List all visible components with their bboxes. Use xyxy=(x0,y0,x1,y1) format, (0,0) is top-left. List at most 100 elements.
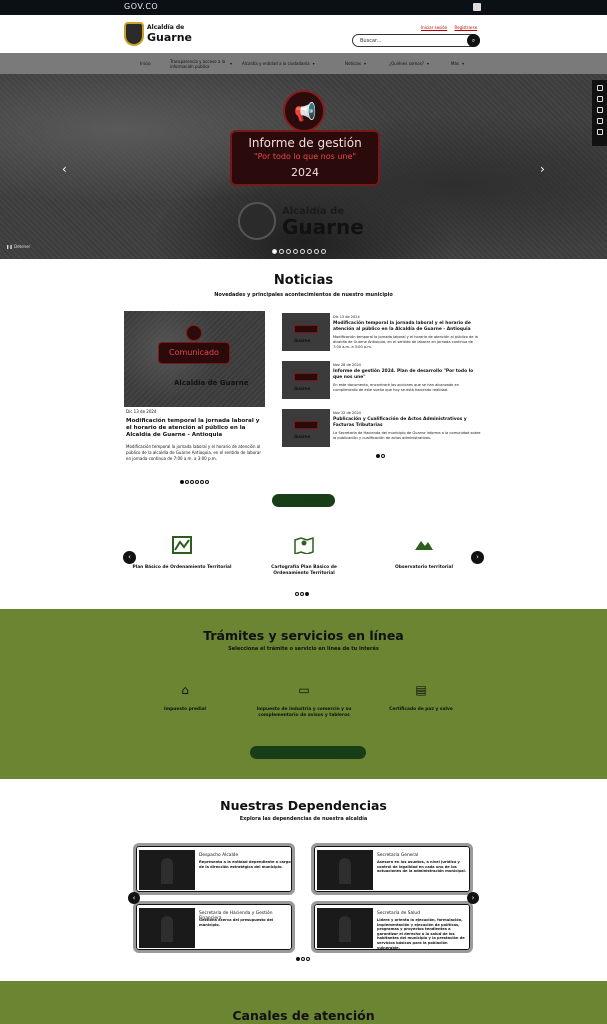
indicator-dot[interactable] xyxy=(272,249,277,254)
indicator-dot[interactable] xyxy=(301,957,305,961)
link-card-pbot[interactable]: Plan Básico de Ordenamiento Territorial xyxy=(128,536,236,571)
search-input[interactable]: Buscar... xyxy=(360,38,381,44)
search-box[interactable]: Buscar... ⌕ xyxy=(352,34,480,47)
indicator-dot[interactable] xyxy=(279,249,284,254)
logo-line1: Alcaldía de xyxy=(147,24,185,31)
search-icon[interactable]: ⌕ xyxy=(467,34,480,47)
carousel-prev-icon[interactable]: ‹ xyxy=(62,162,67,176)
link-card-label: Cartografía Plan Básico de Ordenamiento … xyxy=(271,565,337,576)
nav-item-mas[interactable]: Más ▾ xyxy=(451,53,464,74)
carousel-next-icon[interactable]: › xyxy=(540,162,545,176)
links-next-icon[interactable]: › xyxy=(471,551,484,564)
person-silhouette xyxy=(339,858,351,884)
dependencia-card[interactable]: Secretaría de Salud Lidera y orienta la … xyxy=(311,901,473,953)
indicator-dot[interactable] xyxy=(286,249,291,254)
tramite-industria-comercio[interactable]: ▭ Impuesto de industria y comercio y su … xyxy=(252,683,356,719)
news-thumbnail: Guarne xyxy=(282,313,330,351)
hero-line1: Informe de gestión xyxy=(248,136,362,150)
indicator-dot[interactable] xyxy=(376,454,380,458)
login-link[interactable]: Iniciar sesión xyxy=(421,25,447,30)
canales-title: Canales de atención xyxy=(232,1008,375,1023)
link-card-observatorio[interactable]: Observatorio territorial xyxy=(384,536,464,571)
dependencia-desc: Lidera y orienta la ejecución, formulaci… xyxy=(377,918,465,950)
chevron-down-icon: ▾ xyxy=(229,61,232,66)
news-title[interactable]: Publicación y Cualificación de Actos Adm… xyxy=(333,417,481,428)
pause-button[interactable]: ❚❚ Detener xyxy=(6,244,30,249)
megaphone-icon: 📢 xyxy=(294,102,317,123)
indicator-dot[interactable] xyxy=(295,592,299,596)
news-list-item[interactable]: Guarne Nov 28 de 2024 Informe de gestión… xyxy=(282,361,482,403)
dependencia-name: Despacho Alcalde xyxy=(199,853,239,858)
featured-news-image[interactable]: Comunicado Alcaldía de Guarne xyxy=(124,311,265,407)
nav-item-inicio[interactable]: Inicio xyxy=(140,53,151,74)
news-desc: Modificación temporal la jornada laboral… xyxy=(333,335,478,349)
news-list-item[interactable]: Guarne Dic 13 de 2024 Modificación tempo… xyxy=(282,313,482,355)
nav-label: ¿Quiénes somos? xyxy=(389,61,424,66)
indicator-dot[interactable] xyxy=(306,957,310,961)
dependencias-prev-icon[interactable]: ‹ xyxy=(128,892,140,904)
indicator-dot[interactable] xyxy=(300,592,304,596)
alcaldia-logo[interactable]: Alcaldía de Guarne xyxy=(124,22,192,46)
chevron-down-icon: ▾ xyxy=(426,61,429,66)
news-list-item[interactable]: Guarne Nov 22 de 2024 Publicación y Cual… xyxy=(282,409,482,451)
dependencias-title: Nuestras Dependencias xyxy=(220,798,387,813)
indicator-dot[interactable] xyxy=(185,480,189,484)
tramite-predial[interactable]: ⌂ Impuesto predial xyxy=(150,683,220,713)
news-title[interactable]: Modificación temporal la jornada laboral… xyxy=(333,321,481,332)
site-header: Alcaldía de Guarne Iniciar sesión Regist… xyxy=(0,15,607,53)
facebook-icon[interactable] xyxy=(596,107,603,113)
nav-item-alcaldia[interactable]: Alcaldía y entidad a la ciudadanía ▾ xyxy=(242,53,315,74)
home-icon: ⌂ xyxy=(181,683,189,697)
megaphone-badge: 📢 xyxy=(283,90,325,132)
more-tramites-button[interactable]: Ver más trámites y servicios xyxy=(250,746,366,759)
link-card-label: Observatorio territorial xyxy=(395,565,453,570)
news-title[interactable]: Informe de gestión 2024. Plan de desarro… xyxy=(333,369,481,380)
indicator-dot[interactable] xyxy=(321,249,326,254)
dependencias-indicators xyxy=(296,957,310,961)
indicator-dot[interactable] xyxy=(180,480,184,484)
news-desc: En este documento, encontrará las accion… xyxy=(333,383,459,392)
indicator-dot[interactable] xyxy=(205,480,209,484)
accessibility-icon[interactable] xyxy=(473,3,481,11)
indicator-dot[interactable] xyxy=(296,957,300,961)
dependencia-card[interactable]: Despacho Alcalde Representa a la entidad… xyxy=(133,843,295,895)
indicator-dot[interactable] xyxy=(381,454,385,458)
more-news-button[interactable]: Ver más noticias xyxy=(272,494,335,507)
govco-logo[interactable]: GOV.CO xyxy=(124,2,158,11)
twitter-icon[interactable] xyxy=(596,118,603,124)
dependencia-card[interactable]: Secretaría de Hacienda y Gestión Financi… xyxy=(133,901,295,953)
noticias-subtitle: Novedades y principales acontecimientos … xyxy=(214,292,393,298)
dependencia-photo xyxy=(317,908,373,948)
indicator-dot[interactable] xyxy=(195,480,199,484)
link-card-cartografia[interactable]: Cartografía Plan Básico de Ordenamiento … xyxy=(266,536,342,577)
indicator-dot[interactable] xyxy=(314,249,319,254)
megaphone-icon xyxy=(186,325,202,341)
govco-text: GOV.CO xyxy=(124,2,159,11)
register-link[interactable]: Registrarse xyxy=(455,25,478,30)
indicator-dot[interactable] xyxy=(293,249,298,254)
font-size-icon[interactable] xyxy=(596,96,603,102)
indicator-dot[interactable] xyxy=(190,480,194,484)
tramite-paz-salvo[interactable]: ▤ Certificado de paz y salvo xyxy=(383,683,459,713)
nav-item-transparencia[interactable]: Transparencia y acceso a la información … xyxy=(170,53,232,74)
map-icon xyxy=(172,536,192,554)
indicator-dot[interactable] xyxy=(305,592,309,596)
dependencia-card[interactable]: Secretaría General Asesora en los asunto… xyxy=(311,843,473,895)
indicator-dot[interactable] xyxy=(300,249,305,254)
indicator-dot[interactable] xyxy=(200,480,204,484)
image-brand: Alcaldía de Guarne xyxy=(174,379,249,387)
contrast-icon[interactable] xyxy=(596,85,603,91)
dependencias-next-icon[interactable]: › xyxy=(467,892,479,904)
indicator-dot[interactable] xyxy=(307,249,312,254)
nav-item-quienes[interactable]: ¿Quiénes somos? ▾ xyxy=(389,53,429,74)
noticias-title: Noticias xyxy=(273,273,334,288)
featured-news-title[interactable]: Modificación temporal la jornada laboral… xyxy=(126,418,264,439)
hero-indicators xyxy=(272,249,326,254)
nav-label: Transparencia y acceso a la información … xyxy=(170,58,226,69)
comunicado-label: Comunicado xyxy=(158,342,230,364)
nav-item-noticias[interactable]: Noticias ▾ xyxy=(345,53,366,74)
instagram-icon[interactable] xyxy=(596,129,603,135)
hero-brand-big: Guarne xyxy=(282,215,364,239)
hero-banner: Informe de gestión "Por todo lo que nos … xyxy=(230,130,380,186)
floating-social-bar xyxy=(592,80,607,146)
